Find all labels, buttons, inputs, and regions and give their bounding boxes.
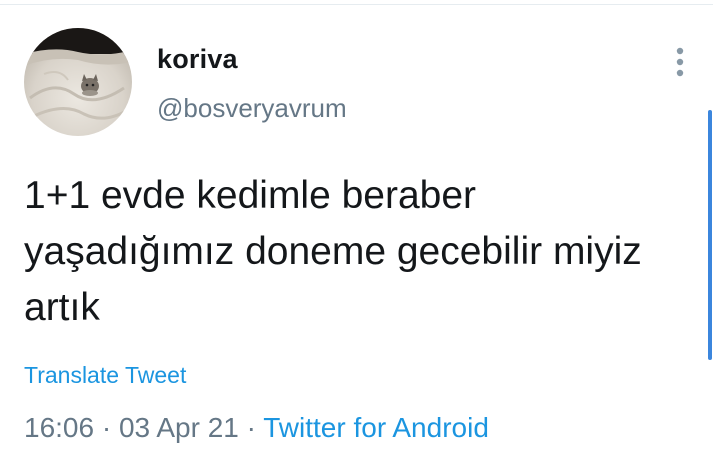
translate-tweet-link[interactable]: Translate Tweet [24, 362, 186, 389]
scrollbar[interactable] [708, 110, 712, 360]
avatar[interactable] [24, 28, 132, 136]
user-handle[interactable]: @bosveryavrum [157, 93, 347, 124]
meta-separator: · [94, 412, 119, 443]
tweet-text: 1+1 evde kedimle beraber yaşadığımız don… [24, 174, 642, 329]
cat-avatar-image [24, 28, 132, 136]
tweet-date: 03 Apr 21 [118, 412, 239, 443]
tweet-meta: 16:06 · 03 Apr 21 · Twitter for Android [24, 412, 489, 444]
display-name[interactable]: koriva [157, 44, 238, 75]
tweet-time: 16:06 [24, 412, 95, 443]
more-vertical-icon[interactable] [670, 46, 690, 80]
top-divider [0, 4, 713, 5]
tweet-source-link[interactable]: Twitter for Android [263, 412, 489, 443]
meta-separator: · [238, 412, 264, 443]
